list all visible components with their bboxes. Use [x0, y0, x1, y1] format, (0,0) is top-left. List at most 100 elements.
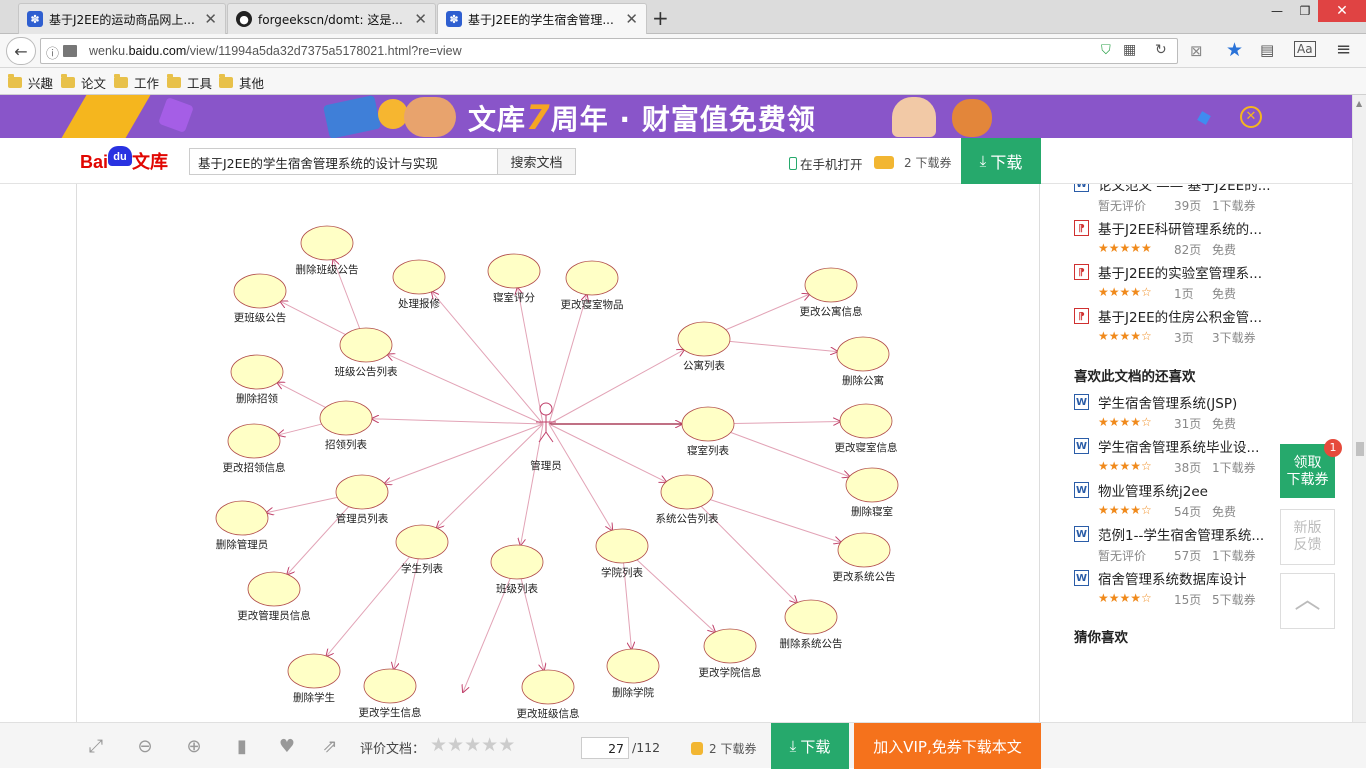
use-case-ellipse [287, 653, 341, 689]
also-like-item[interactable]: W 物业管理系统j2ee ★★★★☆ 54页 免费 [1074, 480, 1236, 520]
doc-cost: 1下载券 [1212, 199, 1256, 213]
star-icon[interactable]: ★ [430, 734, 447, 756]
also-like-item[interactable]: W 学生宿舍管理系统(JSP) ★★★★☆ 31页 免费 [1074, 392, 1237, 432]
bookmark-folder[interactable]: 兴趣 [8, 73, 53, 92]
qr-code-icon[interactable]: ▦ [1123, 42, 1136, 58]
open-on-phone-button[interactable]: 在手机打开 [789, 154, 863, 173]
download-button[interactable]: ⤓ 下载 [771, 723, 849, 769]
heart-icon[interactable]: ♥ [276, 735, 298, 757]
girl-mascot-icon [892, 97, 936, 137]
doc-file-icon: W [1074, 394, 1089, 410]
bookmark-label: 论文 [81, 76, 107, 91]
page-scrollbar[interactable]: ▲ [1352, 95, 1366, 722]
doc-title: 论文范文 —— 基于J2EE的... [1098, 184, 1271, 194]
use-case-label: 更班级公告 [234, 311, 287, 324]
download-button[interactable]: ⤓ 下载 [961, 138, 1041, 184]
use-case-label: 删除寝室 [851, 505, 893, 518]
feedback-button[interactable]: 新版 反馈 [1280, 509, 1335, 565]
back-button[interactable]: ← [6, 37, 36, 65]
bookmark-folder[interactable]: 其他 [219, 73, 264, 92]
info-icon[interactable]: ⓘ [46, 43, 59, 62]
back-to-top-button[interactable]: ︿ [1280, 573, 1335, 629]
bookmark-label: 兴趣 [28, 76, 54, 91]
document-viewer[interactable]: 删除班级公告 更班级公告 处理报修 寝室评分 更改寝室物品 班级公告列表 删除招领 招领列表更… [0, 184, 1041, 722]
star-icon[interactable]: ★ [447, 734, 464, 756]
zoom-out-icon[interactable]: ⊖ [134, 735, 156, 757]
gem-icon [158, 97, 194, 133]
close-window-icon[interactable]: ✕ [1318, 0, 1366, 22]
use-case-ellipse [521, 669, 575, 705]
bookmark-label: 其他 [239, 76, 265, 91]
baidu-wenku-logo[interactable]: Bai du 文库 [80, 146, 168, 174]
new-tab-button[interactable]: + [652, 6, 669, 30]
close-tab-icon[interactable]: ✕ [625, 10, 638, 28]
bookmark-folder[interactable]: 工具 [167, 73, 212, 92]
bookmark-label: 工作 [134, 76, 160, 91]
use-case-label: 删除管理员 [216, 538, 269, 551]
reader-mode-icon[interactable]: Aa [1294, 41, 1316, 57]
also-like-item[interactable]: W 宿舍管理系统数据库设计 ★★★★☆ 15页 5下载券 [1074, 568, 1256, 608]
use-case-ellipse [233, 273, 287, 309]
baidu-paw-icon: ✽ [446, 11, 462, 27]
doc-cost: 免费 [1212, 417, 1237, 431]
share-icon[interactable]: ⇗ [319, 735, 341, 757]
association-arrow [372, 419, 544, 425]
close-tab-icon[interactable]: ✕ [204, 10, 217, 28]
star-icon[interactable]: ★ [498, 734, 515, 756]
use-case-label: 更改管理员信息 [237, 609, 311, 622]
also-like-item[interactable]: W 范例1--学生宿舍管理系统... 暂无评价 57页 1下载券 [1074, 524, 1264, 564]
promo-banner[interactable]: 文库7周年 · 财富值免费领 ✕ [0, 95, 1352, 138]
use-case-label: 班级公告列表 [335, 365, 398, 378]
related-doc-item[interactable]: ⁋ 基于J2EE的实验室管理系... ★★★★☆ 1页 免费 [1074, 262, 1262, 302]
reading-list-icon[interactable]: ▤ [1260, 41, 1274, 59]
tab-github[interactable]: ● forgeekscn/domt: 这是... ✕ [227, 3, 436, 34]
related-doc-item[interactable]: W 论文范文 —— 基于J2EE的... 暂无评价 39页 1下载券 [1074, 184, 1271, 214]
minimize-icon[interactable]: — [1262, 0, 1292, 22]
bookmarks-bar: 兴趣 论文 工作 工具 其他 [0, 68, 1366, 95]
tab-sports-goods[interactable]: ✽ 基于J2EE的运动商品网上... ✕ [18, 3, 226, 34]
doc-pages: 57页 [1174, 549, 1202, 563]
doc-rating: ★★★★☆ [1098, 285, 1152, 299]
star-icon[interactable]: ★ [464, 734, 481, 756]
menu-icon[interactable]: ≡ [1336, 39, 1351, 60]
coupon-count: 2 下载券 [709, 742, 757, 756]
search-button[interactable]: 搜索文档 [497, 148, 576, 175]
use-case-label: 寝室列表 [687, 444, 729, 457]
close-banner-icon[interactable]: ✕ [1240, 106, 1262, 128]
doc-file-icon: W [1074, 570, 1089, 586]
use-case-label: 更改班级信息 [517, 707, 580, 720]
scroll-thumb[interactable] [1356, 442, 1364, 456]
reload-icon[interactable]: ↻ [1155, 42, 1167, 58]
page-number-input[interactable]: 27 [581, 737, 629, 759]
use-case-ellipse [681, 406, 735, 442]
bookmark-star-icon[interactable]: ★ [1226, 39, 1243, 61]
use-case-ellipse [784, 599, 838, 635]
star-icon[interactable]: ★ [481, 734, 498, 756]
rating-stars[interactable]: ★★★★★ [430, 734, 515, 756]
close-tab-icon[interactable]: ✕ [414, 10, 427, 28]
related-doc-item[interactable]: ⁋ 基于J2EE科研管理系统的... ★★★★★ 82页 免费 [1074, 218, 1262, 258]
bookmark-folder[interactable]: 工作 [114, 73, 159, 92]
related-doc-item[interactable]: ⁋ 基于J2EE的住房公积金管... ★★★★☆ 3页 3下载券 [1074, 306, 1262, 346]
bookmark-icon[interactable]: ▮ [231, 735, 253, 757]
scroll-up-icon[interactable]: ▲ [1356, 99, 1362, 108]
doc-cost: 1下载券 [1212, 461, 1256, 475]
restore-icon[interactable]: ❐ [1292, 0, 1318, 22]
doc-title: 基于J2EE的住房公积金管... [1098, 310, 1263, 326]
association-arrow [733, 421, 840, 423]
use-case-label: 寝室评分 [493, 291, 535, 304]
fullscreen-icon[interactable]: ⤢ [85, 735, 107, 757]
bookmark-folder[interactable]: 论文 [61, 73, 106, 92]
search-input[interactable]: 基于J2EE的学生宿舍管理系统的设计与实现 [189, 148, 499, 175]
no-image-icon[interactable]: ⊠ [1190, 42, 1203, 60]
shield-icon[interactable]: ⛉ [1101, 43, 1111, 58]
association-arrow [548, 350, 684, 425]
navigation-bar: ← ⓘ wenku.baidu.com/view/11994a5da32d737… [0, 34, 1366, 68]
tab-dormitory[interactable]: ✽ 基于J2EE的学生宿舍管理... ✕ [437, 3, 647, 34]
zoom-in-icon[interactable]: ⊕ [183, 735, 205, 757]
use-case-ellipse [839, 403, 893, 439]
association-arrow [432, 292, 544, 425]
also-like-item[interactable]: W 学生宿舍管理系统毕业设... ★★★★☆ 38页 1下载券 [1074, 436, 1259, 476]
join-vip-button[interactable]: 加入VIP,免券下载本文 [854, 723, 1041, 769]
address-bar[interactable]: ⓘ wenku.baidu.com/view/11994a5da32d7375a… [40, 38, 1178, 64]
